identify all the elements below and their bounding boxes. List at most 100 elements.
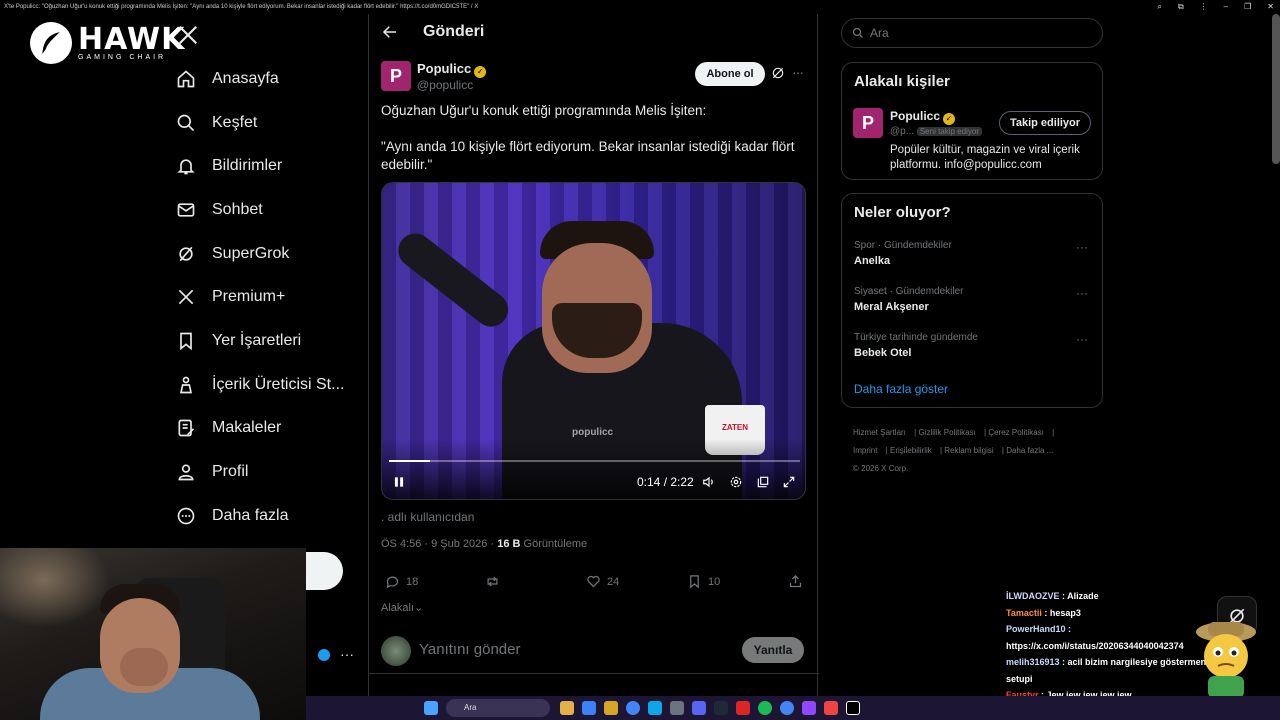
- nav-item-notifications[interactable]: Bildirimler: [174, 144, 344, 188]
- bookmark-action[interactable]: 10: [687, 574, 720, 589]
- author-avatar[interactable]: P: [381, 61, 411, 91]
- nav-item-profile[interactable]: Profil: [174, 450, 344, 494]
- fullscreen-icon[interactable]: [782, 475, 796, 492]
- twitch-icon[interactable]: [802, 701, 816, 715]
- grok-icon[interactable]: [771, 66, 785, 80]
- reply-input[interactable]: Yanıtını gönder: [419, 641, 520, 658]
- settings-icon[interactable]: [729, 475, 743, 492]
- footer-link[interactable]: Daha fazla ...: [1006, 446, 1053, 455]
- volume-icon[interactable]: [702, 475, 716, 492]
- nav-label: Bildirimler: [212, 157, 283, 175]
- footer-link[interactable]: Çerez Politikası: [988, 428, 1044, 437]
- chrome-icon[interactable]: [780, 701, 794, 715]
- app-icon[interactable]: [736, 701, 750, 715]
- footer-link[interactable]: Imprint: [853, 446, 877, 455]
- trend-item[interactable]: Türkiye tarihinde gündemde Bebek Otel ··…: [854, 332, 1094, 359]
- nav-label: Keşfet: [212, 113, 258, 131]
- windows-start-icon[interactable]: [424, 701, 438, 715]
- account-switcher[interactable]: ···: [306, 646, 366, 666]
- post-detail-column: Gönderi P Populicc ✓ @populicc Abone ol ·…: [368, 14, 819, 720]
- spotify-icon[interactable]: [758, 701, 772, 715]
- pause-icon[interactable]: [392, 475, 406, 492]
- x-logo-icon[interactable]: [177, 24, 199, 46]
- footer-link[interactable]: Erişilebilirlik: [890, 446, 932, 455]
- search-input[interactable]: Ara: [841, 18, 1103, 48]
- share-action[interactable]: [788, 574, 803, 589]
- nav-item-bookmarks[interactable]: Yer İşaretleri: [174, 319, 344, 363]
- edge-icon[interactable]: [648, 701, 662, 715]
- more-options-icon[interactable]: ···: [792, 64, 804, 80]
- verified-icon: [318, 649, 330, 661]
- app-icon[interactable]: [824, 701, 838, 715]
- repost-action[interactable]: [485, 574, 500, 589]
- related-dropdown[interactable]: Alakalı⌄: [381, 601, 423, 614]
- more-icon[interactable]: ···: [1076, 240, 1088, 254]
- chrome-icon[interactable]: [626, 701, 640, 715]
- post-actions: 18 24 10: [381, 574, 811, 594]
- footer-link[interactable]: Hizmet Şartları: [853, 428, 906, 437]
- nav-item-articles[interactable]: Makaleler: [174, 407, 344, 451]
- scrollbar[interactable]: [1272, 14, 1280, 164]
- more-icon[interactable]: ···: [1076, 286, 1088, 300]
- nav-item-home[interactable]: Anasayfa: [174, 57, 344, 101]
- footer-link[interactable]: Gizlilik Politikası: [918, 428, 975, 437]
- user-avatar[interactable]: [381, 636, 411, 666]
- folder-icon[interactable]: [604, 701, 618, 715]
- nav-item-more[interactable]: Daha fazla: [174, 494, 344, 538]
- chevron-down-icon: ⌄: [414, 602, 424, 614]
- heart-icon: [587, 575, 600, 588]
- more-icon[interactable]: ···: [1076, 332, 1088, 346]
- post-button[interactable]: [306, 552, 343, 590]
- show-more-link[interactable]: Daha fazla göster: [854, 382, 948, 396]
- author-name[interactable]: Populicc ✓: [417, 61, 487, 78]
- nav-item-explore[interactable]: Keşfet: [174, 101, 344, 145]
- back-arrow-icon[interactable]: [381, 23, 399, 41]
- restore-button[interactable]: ❐: [1244, 0, 1251, 14]
- minimize-button[interactable]: –: [1224, 0, 1228, 14]
- nav-item-supergrok[interactable]: SuperGrok: [174, 232, 344, 276]
- user-icon: [174, 460, 198, 484]
- nav-item-premium[interactable]: Premium+: [174, 275, 344, 319]
- app-icon[interactable]: [560, 701, 574, 715]
- picture-in-picture-icon[interactable]: [756, 475, 770, 492]
- relevant-avatar[interactable]: P: [853, 108, 883, 138]
- menu-icon[interactable]: ⋮: [1200, 0, 1208, 14]
- bookmark-icon: [174, 329, 198, 353]
- author-name-text: Populicc: [417, 61, 472, 76]
- following-button[interactable]: Takip ediliyor: [999, 111, 1091, 135]
- post-timestamp[interactable]: ÖS 4:56 · 9 Şub 2026 ·: [381, 538, 494, 550]
- discord-icon[interactable]: [692, 701, 706, 715]
- video-watermark: populicc: [572, 427, 614, 438]
- footer-link[interactable]: Reklam bilgisi: [944, 446, 993, 455]
- video-source-attribution[interactable]: . adlı kullanıcıdan: [381, 510, 474, 524]
- search-icon[interactable]: ⌕: [1157, 0, 1161, 14]
- chat-username: PowerHand10: [1006, 624, 1066, 634]
- app-icon[interactable]: [670, 701, 684, 715]
- reply-composer: Yanıtını gönder Yanıtla: [369, 624, 819, 674]
- app-icon[interactable]: [582, 701, 596, 715]
- search-placeholder: Ara: [870, 26, 889, 40]
- reply-button[interactable]: Yanıtla: [742, 637, 804, 663]
- like-action[interactable]: 24: [586, 574, 619, 589]
- relevant-handle-text: @p...: [890, 126, 915, 137]
- close-button[interactable]: ✕: [1267, 0, 1274, 14]
- taskbar-search[interactable]: Ara: [446, 699, 550, 717]
- author-handle[interactable]: @populicc: [417, 78, 473, 92]
- trend-item[interactable]: Siyaset · Gündemdekiler Meral Akşener ··…: [854, 286, 1094, 313]
- video-progress-bar[interactable]: [389, 460, 800, 462]
- nav-item-chat[interactable]: Sohbet: [174, 188, 344, 232]
- reply-action[interactable]: 18: [385, 574, 418, 589]
- video-player[interactable]: ZATEN populicc 0:14 / 2:22: [381, 182, 806, 500]
- post-text-line: Oğuzhan Uğur'u konuk ettiği programında …: [381, 103, 707, 118]
- extension-icon[interactable]: ⧉: [1178, 0, 1184, 14]
- nav-label: Sohbet: [212, 200, 263, 218]
- more-icon[interactable]: ···: [340, 646, 354, 662]
- relevant-name[interactable]: Populicc ✓: [890, 109, 956, 125]
- nav-label: SuperGrok: [212, 244, 290, 262]
- subscribe-button[interactable]: Abone ol: [695, 62, 765, 86]
- x-app-icon[interactable]: [846, 701, 860, 715]
- page-title: Gönderi: [423, 23, 485, 40]
- nav-item-creator-studio[interactable]: İçerik Üreticisi St...: [174, 363, 344, 407]
- trend-item[interactable]: Spor · Gündemdekiler Anelka ···: [854, 240, 1094, 267]
- app-icon[interactable]: [714, 701, 728, 715]
